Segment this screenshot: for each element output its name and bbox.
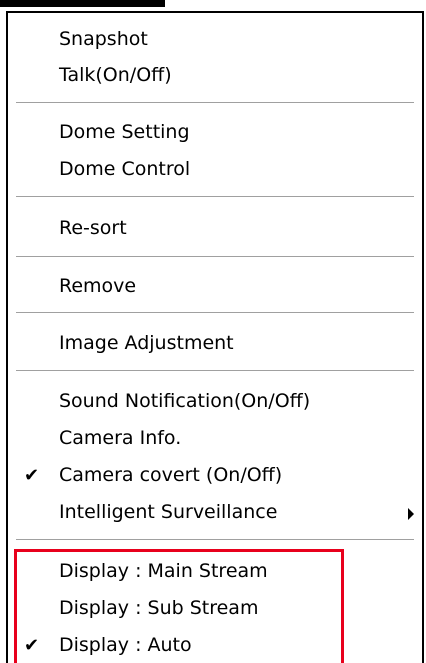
- menu-item-label: Intelligent Surveillance: [59, 501, 278, 523]
- menu-separator: [16, 312, 414, 314]
- menu-item-label: Dome Control: [59, 158, 191, 180]
- menu-separator: [16, 102, 414, 104]
- menu-item-display-auto[interactable]: ✔ Display : Auto: [8, 629, 422, 662]
- menu-item-label: Camera covert (On/Off): [59, 464, 283, 486]
- context-menu: Snapshot Talk(On/Off) Dome Setting Dome …: [6, 11, 424, 663]
- menu-separator: [16, 539, 414, 541]
- check-icon: ✔: [24, 635, 40, 656]
- menu-item-camera-covert[interactable]: ✔ Camera covert (On/Off): [8, 459, 422, 492]
- menu-item-snapshot[interactable]: Snapshot: [8, 23, 422, 56]
- menu-item-label: Dome Setting: [59, 121, 190, 143]
- menu-item-label: Snapshot: [59, 28, 148, 50]
- menu-item-display-sub-stream[interactable]: Display : Sub Stream: [8, 592, 422, 625]
- menu-item-label: Re-sort: [59, 217, 127, 239]
- menu-separator: [16, 196, 414, 198]
- menu-item-camera-info[interactable]: Camera Info.: [8, 422, 422, 455]
- menu-item-talk[interactable]: Talk(On/Off): [8, 59, 422, 92]
- menu-item-image-adjustment[interactable]: Image Adjustment: [8, 327, 422, 360]
- menu-item-remove[interactable]: Remove: [8, 270, 422, 303]
- menu-item-label: Talk(On/Off): [59, 64, 172, 86]
- menu-item-resort[interactable]: Re-sort: [8, 212, 422, 245]
- menu-item-label: Camera Info.: [59, 427, 182, 449]
- menu-item-dome-control[interactable]: Dome Control: [8, 153, 422, 186]
- submenu-arrow-icon: [408, 508, 414, 520]
- menu-item-dome-setting[interactable]: Dome Setting: [8, 116, 422, 149]
- menu-item-label: Remove: [59, 275, 137, 297]
- menu-item-label: Display : Main Stream: [59, 560, 268, 582]
- check-icon: ✔: [24, 465, 40, 486]
- menu-item-label: Display : Auto: [59, 634, 192, 656]
- menu-item-display-main-stream[interactable]: Display : Main Stream: [8, 555, 422, 588]
- top-border-strip: [0, 0, 165, 7]
- menu-item-label: Image Adjustment: [59, 332, 234, 354]
- menu-item-intelligent-surveillance[interactable]: Intelligent Surveillance: [8, 496, 422, 529]
- menu-item-label: Display : Sub Stream: [59, 597, 259, 619]
- menu-item-sound-notification[interactable]: Sound Notification(On/Off): [8, 385, 422, 418]
- menu-item-label: Sound Notification(On/Off): [59, 390, 311, 412]
- menu-separator: [16, 370, 414, 372]
- menu-separator: [16, 256, 414, 258]
